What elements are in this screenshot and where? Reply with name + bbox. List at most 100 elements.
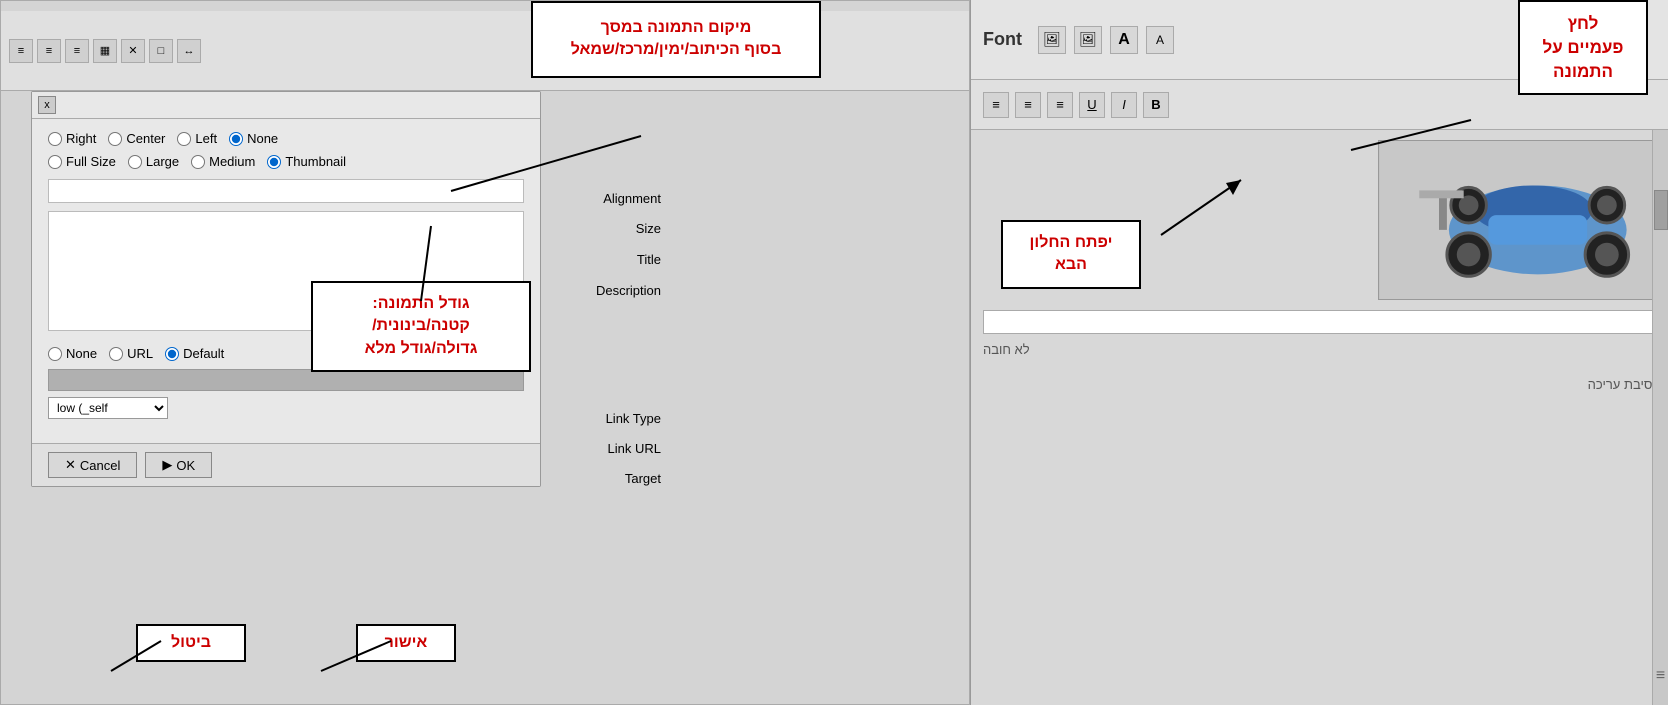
scrollbar-lines-icon: ≡ — [1656, 667, 1665, 685]
dialog-close-button[interactable]: x — [38, 96, 56, 114]
annotation-next-window-text: יפתח החלון הבא — [1030, 234, 1113, 273]
alignment-left[interactable]: Left — [177, 131, 217, 146]
font-icon-1[interactable]: 🖼 — [1038, 26, 1066, 54]
alignment-center[interactable]: Center — [108, 131, 165, 146]
target-label: Target — [625, 471, 661, 486]
font-icon-bold[interactable]: A — [1110, 26, 1138, 54]
car-image — [1378, 140, 1658, 300]
size-label: Size — [636, 221, 661, 236]
size-fullsize[interactable]: Full Size — [48, 154, 116, 169]
title-label: Title — [637, 252, 661, 267]
toolbar-icon-2[interactable]: ≡ — [37, 39, 61, 63]
size-large-label: Large — [146, 154, 179, 169]
link-type-label: Link Type — [606, 411, 661, 426]
target-row: low (_self — [48, 397, 524, 419]
scrollbar-thumb[interactable] — [1654, 190, 1668, 230]
toolbar-icon-1[interactable]: ≡ — [9, 39, 33, 63]
alignment-center-radio[interactable] — [108, 132, 122, 146]
underline-icon[interactable]: U — [1079, 92, 1105, 118]
alignment-right-label: Right — [66, 131, 96, 146]
align-center-icon[interactable]: ≡ — [1015, 92, 1041, 118]
annotation-cancel: ביטול — [136, 624, 246, 662]
title-input[interactable] — [48, 179, 524, 203]
toolbar-area: ≡ ≡ ≡ ▦ ✕ □ ↔ — [1, 11, 969, 91]
toolbar-icon-5[interactable]: ✕ — [121, 39, 145, 63]
dialog-area: ≡ ≡ ≡ ▦ ✕ □ ↔ x Right — [0, 0, 970, 705]
link-url-label-text: Link URL — [571, 433, 661, 463]
font-icon-small[interactable]: A — [1146, 26, 1174, 54]
alignment-none-label: None — [247, 131, 278, 146]
annotation-cancel-text: ביטול — [171, 634, 211, 651]
sidebar-main-content: לא חובה סיבת עריכה: ≡ — [971, 130, 1668, 705]
sidebar-reason-row: סיבת עריכה: — [983, 377, 1656, 392]
sidebar-form: לא חובה סיבת עריכה: — [983, 310, 1656, 392]
toolbar-icon-6[interactable]: □ — [149, 39, 173, 63]
toolbar-icon-4[interactable]: ▦ — [93, 39, 117, 63]
alignment-row: Right Center Left None — [48, 131, 524, 146]
car-svg — [1379, 141, 1657, 299]
size-large[interactable]: Large — [128, 154, 179, 169]
toolbar-icon-7[interactable]: ↔ — [177, 39, 201, 63]
link-none[interactable]: None — [48, 346, 97, 361]
size-thumbnail[interactable]: Thumbnail — [267, 154, 346, 169]
dialog-buttons: ✕ Cancel ▶ OK — [32, 443, 540, 486]
title-label-text: Title — [571, 243, 661, 275]
link-none-radio[interactable] — [48, 347, 62, 361]
size-medium-radio[interactable] — [191, 155, 205, 169]
alignment-center-label: Center — [126, 131, 165, 146]
link-none-label: None — [66, 346, 97, 361]
alignment-none-radio[interactable] — [229, 132, 243, 146]
alignment-right[interactable]: Right — [48, 131, 96, 146]
link-url[interactable]: URL — [109, 346, 153, 361]
link-url-label: Link URL — [608, 441, 661, 456]
toolbar-icon-3[interactable]: ≡ — [65, 39, 89, 63]
sidebar-hint-row: לא חובה — [983, 342, 1656, 357]
target-select[interactable]: low (_self — [48, 397, 168, 419]
align-left-icon[interactable]: ≡ — [983, 92, 1009, 118]
annotation-image-position: מיקום התמונה במסך בסוף הכיתוב/ימין/מרכז/… — [531, 1, 821, 78]
font-icon-2[interactable]: 🖼 — [1074, 26, 1102, 54]
size-medium-label: Medium — [209, 154, 255, 169]
link-type-label-text: Link Type — [571, 403, 661, 433]
link-url-radio[interactable] — [109, 347, 123, 361]
ok-label: OK — [176, 458, 195, 473]
link-default-radio[interactable] — [165, 347, 179, 361]
ok-button[interactable]: ▶ OK — [145, 452, 212, 478]
alignment-right-radio[interactable] — [48, 132, 62, 146]
size-medium[interactable]: Medium — [191, 154, 255, 169]
dialog-titlebar: x — [32, 92, 540, 119]
annotation-image-position-text: מיקום התמונה במסך בסוף הכיתוב/ימין/מרכז/… — [571, 19, 782, 58]
italic-icon[interactable]: I — [1111, 92, 1137, 118]
sidebar-hint-text: לא חובה — [983, 342, 1030, 357]
annotation-double-click: לחץ פעמיים על התמונה — [1518, 0, 1648, 95]
link-url-bar — [48, 369, 524, 391]
size-thumbnail-radio[interactable] — [267, 155, 281, 169]
bold-icon[interactable]: B — [1143, 92, 1169, 118]
align-right-icon[interactable]: ≡ — [1047, 92, 1073, 118]
size-large-radio[interactable] — [128, 155, 142, 169]
form-labels: Alignment Size Title Description Link Ty… — [571, 183, 661, 493]
cancel-icon: ✕ — [65, 457, 76, 473]
sidebar-link-url-row — [983, 310, 1656, 334]
sidebar-scrollbar[interactable]: ≡ — [1652, 130, 1668, 705]
screen: ≡ ≡ ≡ ▦ ✕ □ ↔ x Right — [0, 0, 1668, 705]
annotation-ok: אישור — [356, 624, 456, 662]
cancel-button[interactable]: ✕ Cancel — [48, 452, 137, 478]
alignment-label-text: Alignment — [571, 183, 661, 213]
link-default-label: Default — [183, 346, 224, 361]
size-thumbnail-label: Thumbnail — [285, 154, 346, 169]
alignment-left-radio[interactable] — [177, 132, 191, 146]
sidebar-link-url-input[interactable] — [983, 310, 1656, 334]
link-default[interactable]: Default — [165, 346, 224, 361]
alignment-left-label: Left — [195, 131, 217, 146]
annotation-double-click-text: לחץ פעמיים על התמונה — [1542, 14, 1623, 81]
annotation-image-size-text: גודל התמונה: קטנה/בינונית/ גדולה/גודל מל… — [365, 295, 478, 357]
target-label-text: Target — [571, 463, 661, 493]
description-label-text: Description — [571, 275, 661, 403]
alignment-none[interactable]: None — [229, 131, 278, 146]
right-sidebar: Font 🖼 🖼 A A ≡ ≡ ≡ U I B — [970, 0, 1668, 705]
annotation-ok-text: אישור — [385, 634, 428, 651]
description-label: Description — [596, 283, 661, 298]
size-fullsize-radio[interactable] — [48, 155, 62, 169]
annotation-next-window: יפתח החלון הבא — [1001, 220, 1141, 289]
